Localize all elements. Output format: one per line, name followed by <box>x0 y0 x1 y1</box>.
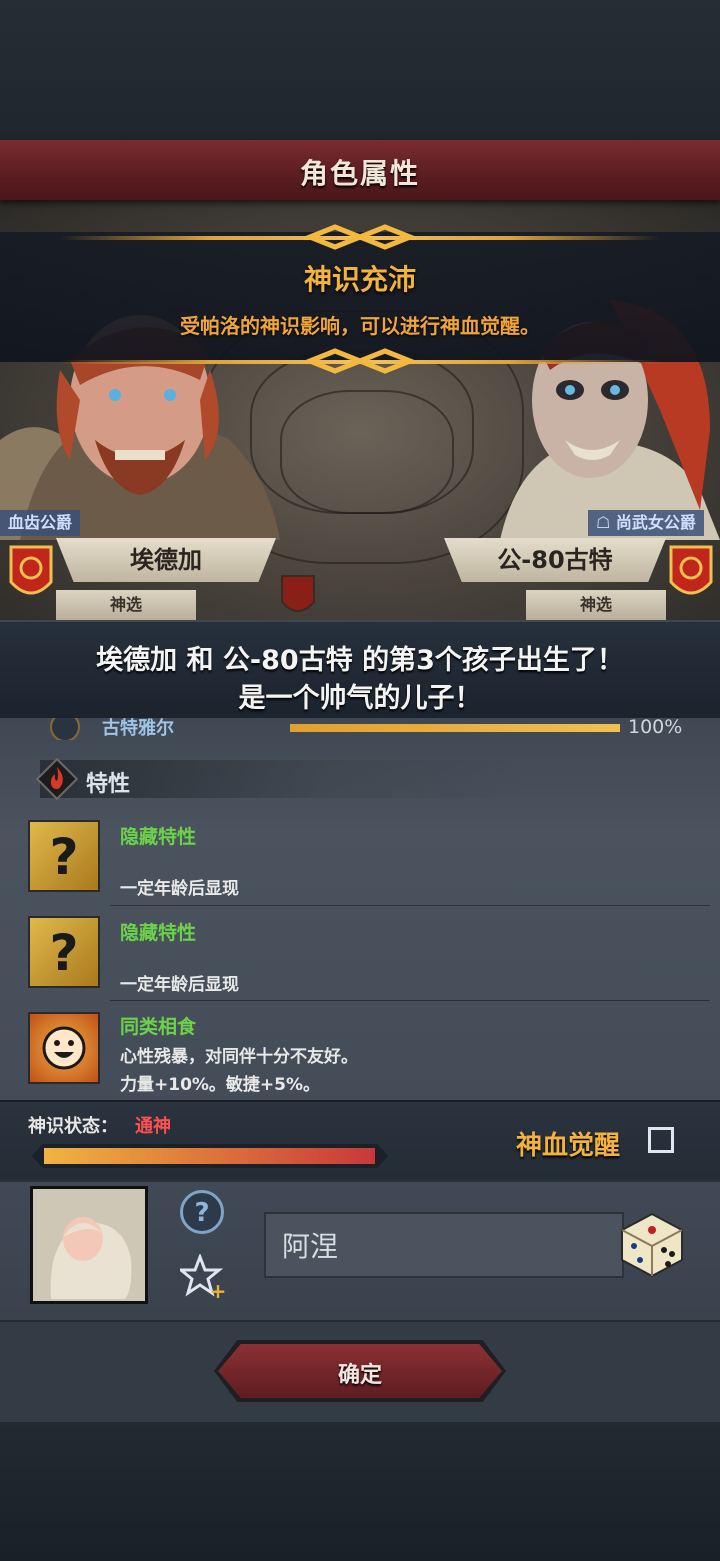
left-parent-name: 埃德加 <box>56 538 276 582</box>
banner-description: 受帕洛的神识影响，可以进行神血觉醒。 <box>180 314 540 338</box>
avatar <box>30 1186 148 1304</box>
right-crest-icon <box>669 545 713 595</box>
ancestor-icon <box>50 718 80 740</box>
page-title: 角色属性 <box>299 157 420 190</box>
partial-row-bar <box>290 724 620 732</box>
trait-name: 隐藏特性 <box>120 922 197 944</box>
favorite-add-button[interactable]: + <box>180 1254 228 1300</box>
trait-description: 一定年龄后显现 <box>120 975 239 995</box>
left-parent-title: 血齿公爵 <box>0 510 81 536</box>
partial-row-value: 100% <box>628 718 683 738</box>
svg-text:?: ? <box>49 924 78 982</box>
partial-row-name: 古特雅尔 <box>102 718 174 739</box>
trait-name: 隐藏特性 <box>120 826 197 848</box>
status-progress-fill <box>44 1148 375 1164</box>
random-name-dice-button[interactable] <box>612 1202 692 1282</box>
center-crest-icon <box>281 575 315 612</box>
trait-effect: 力量+10%。敏捷+5%。 <box>120 1075 321 1095</box>
help-button[interactable]: ? <box>180 1190 224 1234</box>
title-bar: 角色属性 <box>0 140 720 200</box>
status-label: 神识状态： <box>28 1116 118 1137</box>
svg-text:?: ? <box>49 828 78 886</box>
trait-description: 心性残暴，对同伴十分不友好。 <box>120 1047 358 1067</box>
ornament-knot-icon <box>305 224 415 250</box>
question-icon: ? <box>28 916 100 988</box>
ornament-knot-icon <box>305 348 415 374</box>
child-name-input[interactable] <box>264 1212 624 1278</box>
birth-message-line1: 埃德加 和 公-80古特 的第3个孩子出生了！ <box>96 645 624 676</box>
bottom-background <box>0 1422 720 1561</box>
trait-description: 一定年龄后显现 <box>120 879 239 899</box>
left-parent-sub: 神选 <box>56 590 196 620</box>
birth-message: 埃德加 和 公-80古特 的第3个孩子出生了！ 是一个帅气的儿子！ <box>0 620 720 722</box>
top-background <box>0 0 720 140</box>
awaken-checkbox[interactable] <box>648 1127 674 1153</box>
divider <box>110 1000 710 1001</box>
divider <box>110 905 710 906</box>
traits-heading: 特性 <box>86 772 131 797</box>
birth-message-line2: 是一个帅气的儿子！ <box>238 683 482 714</box>
right-parent-sub: 神选 <box>526 590 666 620</box>
svg-text:?: ? <box>194 1198 209 1228</box>
confirm-label: 确定 <box>337 1363 382 1388</box>
confirm-button[interactable]: 确定 <box>218 1344 502 1398</box>
right-parent-title-wrap: ☖ 尚武女公爵 <box>588 510 704 536</box>
partial-list-row: 古特雅尔 100% <box>0 718 720 740</box>
right-parent-name: 公-80古特 <box>444 538 666 582</box>
banner-title: 神识充沛 <box>303 263 416 296</box>
status-value: 通神 <box>135 1116 171 1137</box>
awaken-label: 神血觉醒 <box>516 1131 621 1161</box>
svg-text:+: + <box>210 1279 227 1300</box>
smiley-sun-icon <box>28 1012 100 1084</box>
fire-icon <box>35 757 79 801</box>
house-icon: ☖ <box>596 513 611 532</box>
trait-name: 同类相食 <box>120 1016 197 1038</box>
question-icon: ? <box>28 820 100 892</box>
right-parent-title: 尚武女公爵 <box>615 513 696 532</box>
left-crest-icon <box>9 545 53 595</box>
